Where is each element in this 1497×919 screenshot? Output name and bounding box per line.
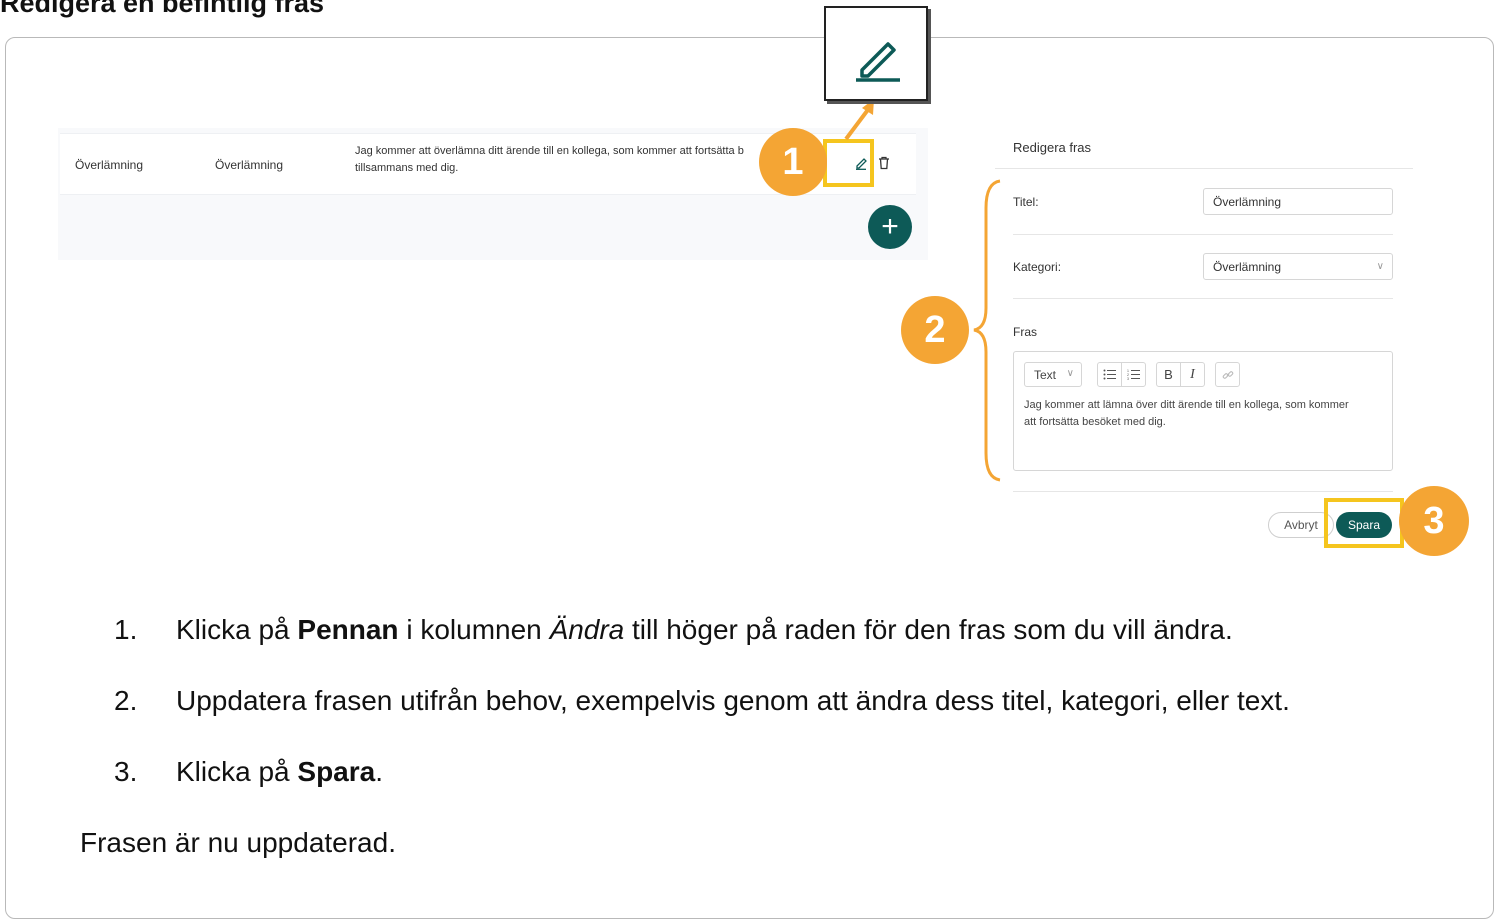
bullet-list-icon xyxy=(1103,369,1116,380)
save-highlight xyxy=(1324,498,1404,548)
text-style-select[interactable]: Text ∨ xyxy=(1024,362,1082,387)
step-3: 3. Klicka på Spara. xyxy=(114,756,383,788)
step-text: Klicka på xyxy=(176,756,298,787)
step-1: 1. Klicka på Pennan i kolumnen Ändra till… xyxy=(114,614,1233,646)
step-number: 3. xyxy=(114,756,138,787)
step-number: 2. xyxy=(114,685,138,716)
step-badge-1: 1 xyxy=(759,128,827,196)
step-badge-2: 2 xyxy=(901,296,969,364)
kategori-value: Överlämning xyxy=(1213,260,1282,274)
form-title: Redigera fras xyxy=(1013,140,1092,155)
editor-text-line1: Jag kommer att lämna över ditt ärende ti… xyxy=(1024,399,1349,411)
divider xyxy=(995,168,1413,169)
step-text: Klicka på xyxy=(176,614,298,645)
pencil-icon-zoomed xyxy=(856,42,900,82)
chevron-down-icon: ∨ xyxy=(1376,261,1384,272)
bullet-list-button[interactable] xyxy=(1097,362,1122,387)
numbered-list-button[interactable]: 1 2 3 xyxy=(1121,362,1146,387)
row-text: Jag kommer att överlämna ditt ärende til… xyxy=(355,143,755,177)
link-button[interactable] xyxy=(1215,362,1240,387)
text-style-value: Text xyxy=(1034,367,1057,382)
divider xyxy=(1013,491,1393,492)
step-text: till höger på raden för den fras som du … xyxy=(624,614,1233,645)
pencil-highlight xyxy=(823,139,874,187)
kategori-label: Kategori: xyxy=(1013,260,1062,274)
row-title: Överlämning xyxy=(75,158,144,172)
step-text: Uppdatera frasen utifrån behov, exempelv… xyxy=(176,685,1290,716)
divider xyxy=(1013,298,1393,299)
editor-text[interactable]: Jag kommer att lämna över ditt ärende ti… xyxy=(1024,397,1384,431)
step-bold: Spara xyxy=(297,756,376,787)
step-italic: Ändra xyxy=(549,614,625,645)
row-text-line2: tillsammans med dig. xyxy=(355,162,459,174)
form-bracket xyxy=(973,179,1001,482)
callout-arrow xyxy=(844,99,874,141)
page-heading: Redigera en befintlig fras xyxy=(0,0,325,18)
step-number: 1. xyxy=(114,614,138,645)
add-phrase-button[interactable]: + xyxy=(868,205,912,249)
chevron-down-icon: ∨ xyxy=(1066,368,1074,379)
step-text: i kolumnen xyxy=(398,614,550,645)
editor-text-line2: att fortsätta besöket med dig. xyxy=(1024,416,1166,428)
step-2: 2. Uppdatera frasen utifrån behov, exempe… xyxy=(114,685,1290,717)
completion-note: Frasen är nu uppdaterad. xyxy=(80,827,396,858)
fras-editor[interactable]: Text ∨ 1 2 3 B I Jag kommer att lämna öv… xyxy=(1013,351,1393,471)
step-text: . xyxy=(375,756,384,787)
italic-button[interactable]: I xyxy=(1180,362,1205,387)
pencil-zoom-callout xyxy=(824,6,928,101)
numbered-list-icon: 1 2 3 xyxy=(1127,369,1140,380)
row-category: Överlämning xyxy=(215,158,284,172)
fras-label: Fras xyxy=(1013,325,1037,339)
step-bold: Pennan xyxy=(297,614,399,645)
kategori-select[interactable]: Överlämning ∨ xyxy=(1203,253,1393,280)
titel-input[interactable]: Överlämning xyxy=(1203,188,1393,215)
divider xyxy=(1013,234,1393,235)
svg-text:3: 3 xyxy=(1127,377,1129,380)
step-badge-3: 3 xyxy=(1399,486,1469,556)
titel-label: Titel: xyxy=(1013,195,1039,209)
row-text-line1: Jag kommer att överlämna ditt ärende til… xyxy=(355,145,744,157)
trash-icon[interactable] xyxy=(877,156,891,170)
bold-button[interactable]: B xyxy=(1156,362,1181,387)
link-icon xyxy=(1222,370,1233,379)
